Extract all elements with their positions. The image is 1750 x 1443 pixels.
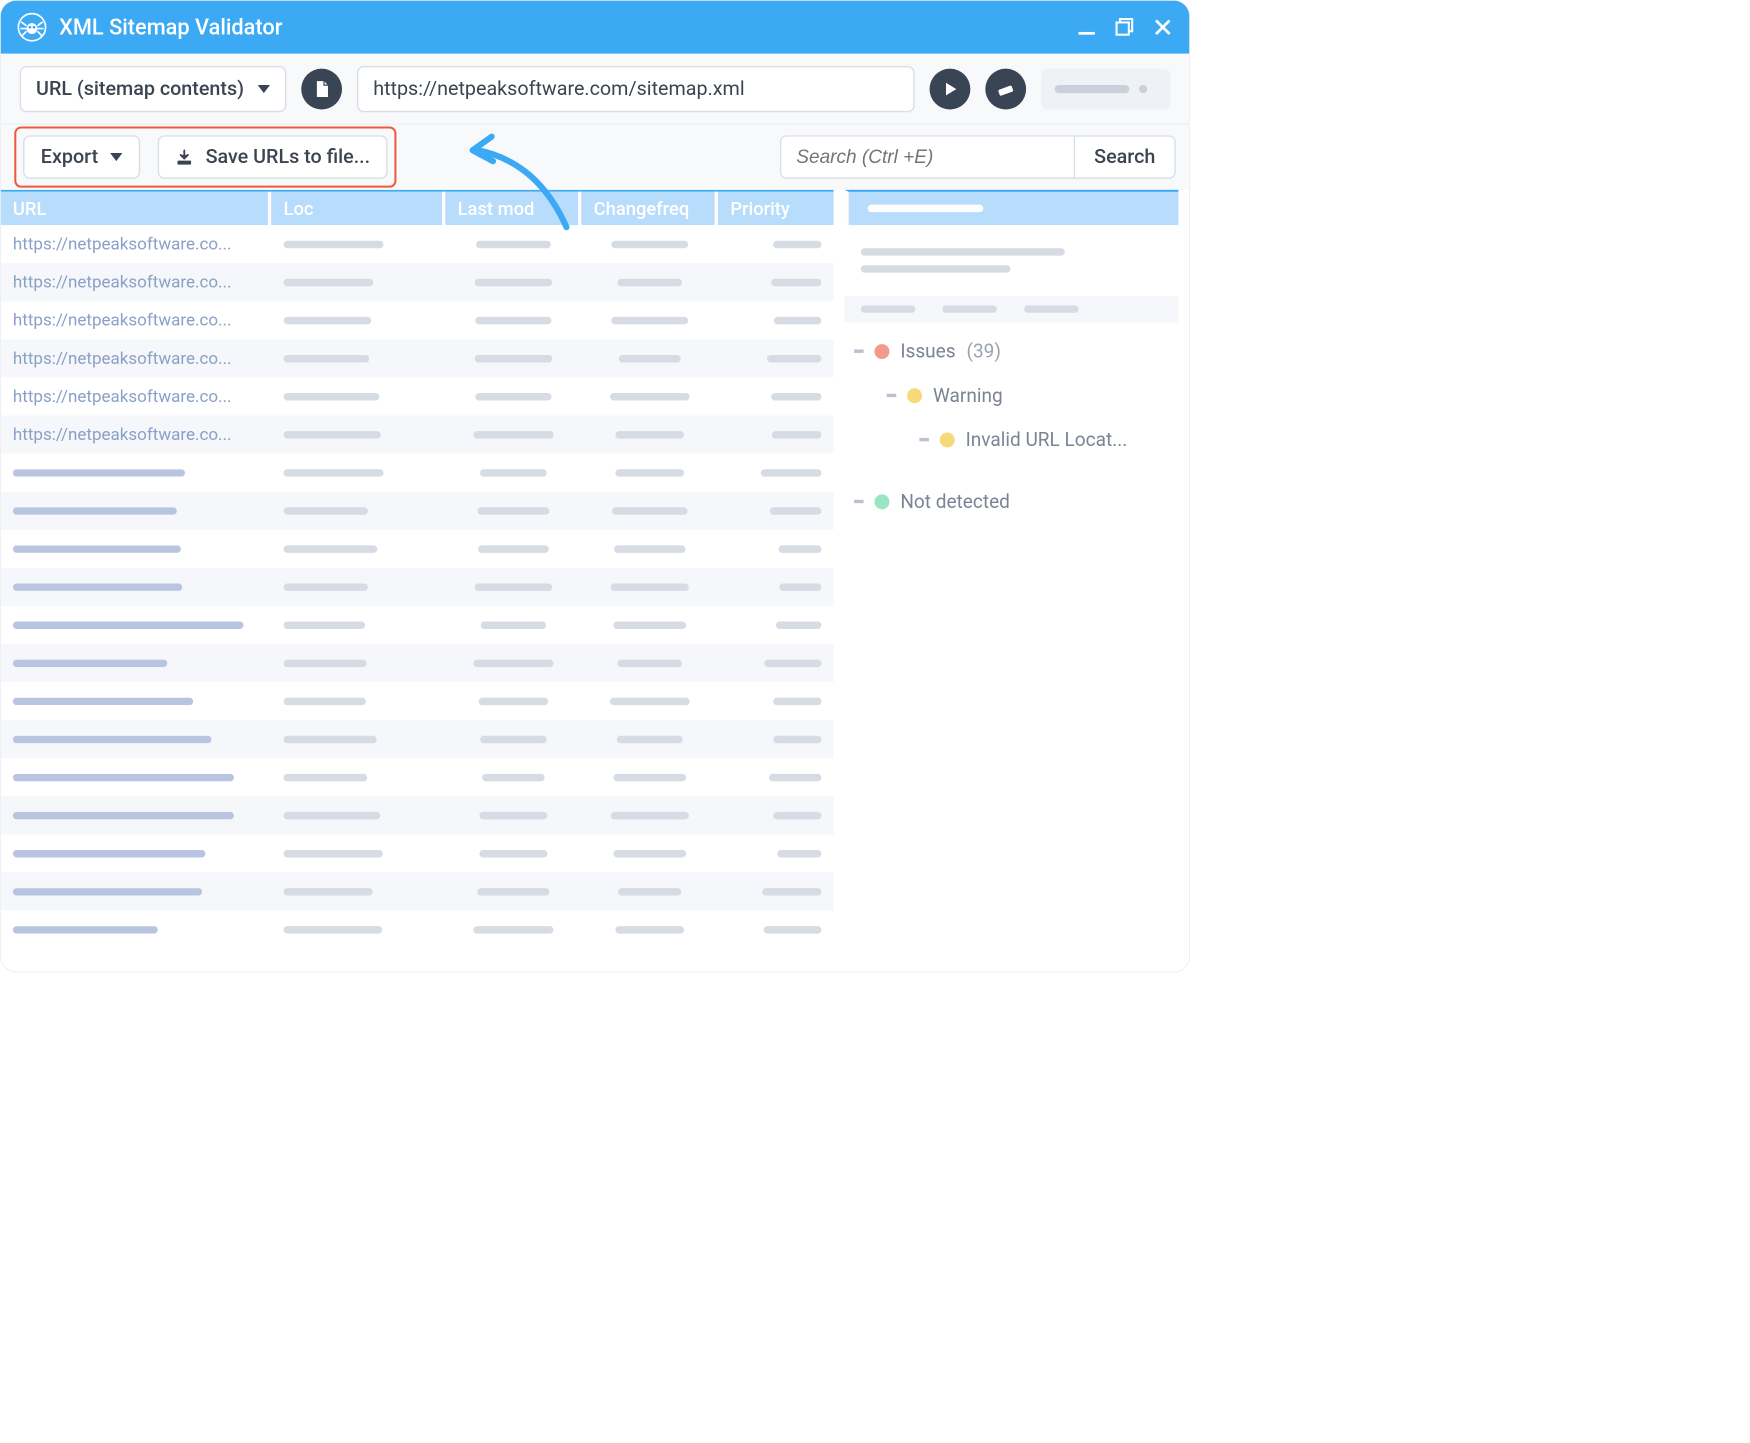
- table-row[interactable]: https://netpeaksoftware.co...: [1, 415, 834, 453]
- save-urls-label: Save URLs to file...: [206, 146, 371, 169]
- export-highlight-box: Export Save URLs to file...: [14, 126, 396, 187]
- file-icon: [312, 79, 331, 98]
- table-row[interactable]: [1, 682, 834, 720]
- download-icon: [176, 148, 194, 166]
- play-icon: [940, 79, 959, 98]
- search-button[interactable]: Search: [1074, 137, 1175, 178]
- not-detected-row[interactable]: Not detected: [854, 479, 1169, 523]
- eraser-icon: [996, 79, 1015, 98]
- ok-dot-icon: [874, 494, 889, 509]
- table-row[interactable]: https://netpeaksoftware.co...: [1, 301, 834, 339]
- warning-dot-icon: [907, 388, 922, 403]
- maximize-icon[interactable]: [1115, 17, 1135, 37]
- export-button[interactable]: Export: [23, 135, 140, 179]
- table-row[interactable]: [1, 492, 834, 530]
- col-url[interactable]: URL: [1, 192, 272, 225]
- issues-row[interactable]: Issues (39): [854, 329, 1169, 373]
- table-row[interactable]: [1, 758, 834, 796]
- mode-select[interactable]: URL (sitemap contents): [20, 66, 286, 112]
- minimize-icon[interactable]: [1076, 17, 1096, 37]
- table-row[interactable]: https://netpeaksoftware.co...: [1, 263, 834, 301]
- table-row[interactable]: https://netpeaksoftware.co...: [1, 339, 834, 377]
- table-row[interactable]: [1, 644, 834, 682]
- col-priority[interactable]: Priority: [718, 192, 834, 225]
- side-panel: Issues (39) Warning Invalid URL Locat...…: [834, 190, 1190, 972]
- table-row[interactable]: [1, 796, 834, 834]
- table-row[interactable]: https://netpeaksoftware.co...: [1, 225, 834, 263]
- chevron-down-icon: [258, 85, 270, 93]
- table-row[interactable]: [1, 834, 834, 872]
- invalid-url-row[interactable]: Invalid URL Locat...: [854, 418, 1169, 462]
- table-row[interactable]: [1, 530, 834, 568]
- save-urls-button[interactable]: Save URLs to file...: [158, 135, 388, 179]
- issue-dot-icon: [874, 344, 889, 359]
- search-box: Search: [780, 135, 1176, 179]
- col-lastmod[interactable]: Last mod: [445, 192, 581, 225]
- file-button[interactable]: [301, 68, 342, 109]
- main-toolbar: URL (sitemap contents) https://netpeakso…: [1, 54, 1190, 125]
- app-title: XML Sitemap Validator: [59, 14, 1064, 40]
- results-table: URL Loc Last mod Changefreq Priority htt…: [1, 190, 834, 972]
- clear-button[interactable]: [985, 68, 1026, 109]
- table-row[interactable]: [1, 606, 834, 644]
- col-changefreq[interactable]: Changefreq: [581, 192, 718, 225]
- table-row[interactable]: https://netpeaksoftware.co...: [1, 377, 834, 415]
- chevron-down-icon: [110, 153, 122, 161]
- url-input[interactable]: https://netpeaksoftware.com/sitemap.xml: [357, 66, 915, 112]
- warning-dot-icon: [940, 432, 955, 447]
- titlebar: XML Sitemap Validator: [1, 1, 1190, 54]
- col-loc[interactable]: Loc: [271, 192, 445, 225]
- start-button[interactable]: [930, 68, 971, 109]
- spider-app-icon: [17, 12, 47, 42]
- export-button-label: Export: [41, 146, 98, 169]
- mode-select-label: URL (sitemap contents): [36, 77, 244, 100]
- table-row[interactable]: [1, 872, 834, 910]
- side-panel-header: [845, 190, 1179, 225]
- table-row[interactable]: [1, 454, 834, 492]
- table-row[interactable]: [1, 720, 834, 758]
- table-row[interactable]: [1, 911, 834, 949]
- table-row[interactable]: [1, 568, 834, 606]
- secondary-toolbar: Export Save URLs to file... Search: [1, 124, 1190, 189]
- search-input[interactable]: [781, 137, 1073, 178]
- url-input-value: https://netpeaksoftware.com/sitemap.xml: [373, 77, 744, 100]
- warning-row[interactable]: Warning: [854, 373, 1169, 417]
- disabled-button: [1041, 68, 1170, 109]
- close-icon[interactable]: [1153, 17, 1173, 37]
